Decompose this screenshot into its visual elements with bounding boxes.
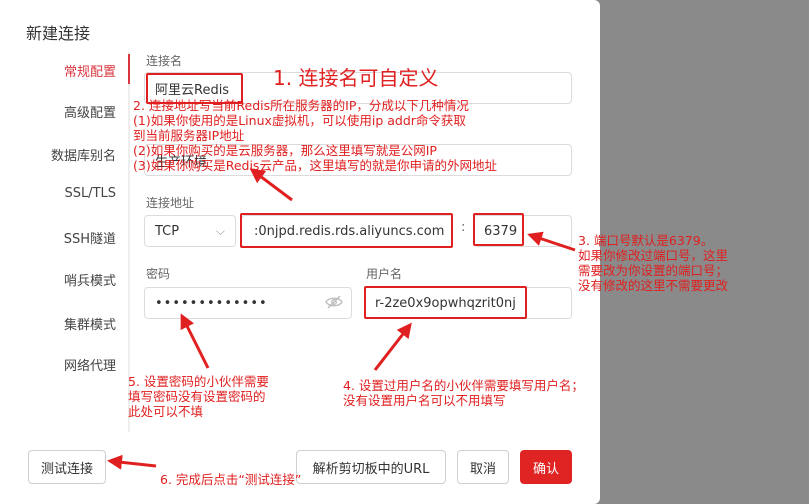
- arrow-to-password: [180, 313, 210, 369]
- arrow-to-port: [527, 231, 576, 252]
- annotation-arrows: [107, 168, 576, 470]
- arrow-to-host: [249, 168, 293, 202]
- arrow-to-test-button: [107, 454, 157, 470]
- arrow-to-username: [373, 322, 412, 371]
